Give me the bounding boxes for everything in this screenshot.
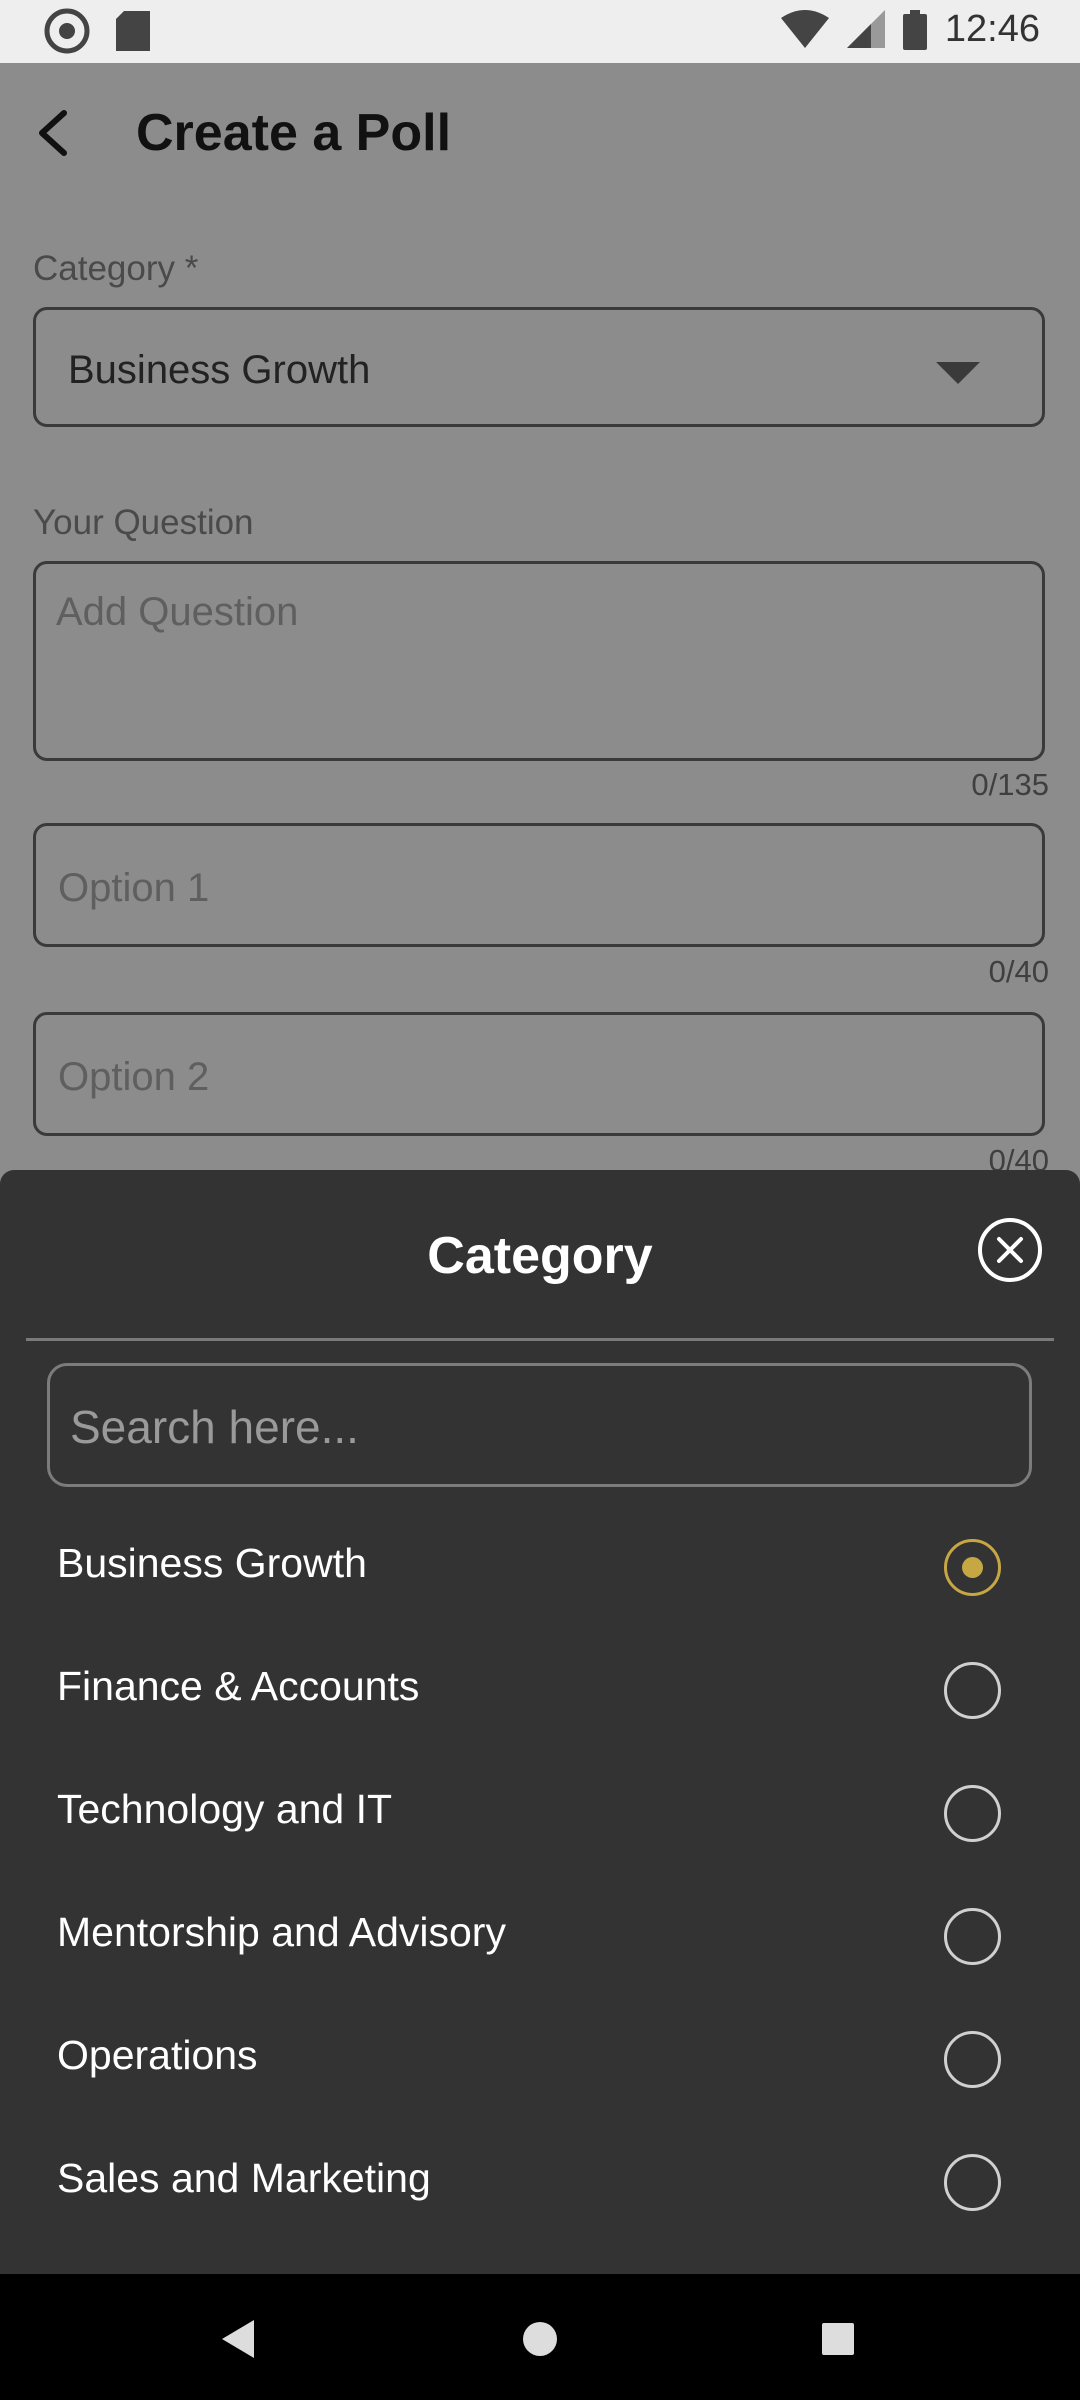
clock: 12:46 — [944, 8, 1040, 50]
question-input[interactable]: Add Question — [33, 561, 1045, 761]
nav-home-icon[interactable] — [515, 2314, 565, 2364]
radio-unselected-icon[interactable] — [944, 1785, 1001, 1842]
category-item-operations[interactable]: Operations — [0, 2002, 1080, 2125]
option-1-input[interactable]: Option 1 — [33, 823, 1045, 947]
category-list: Business Growth Finance & Accounts Techn… — [0, 1510, 1080, 2248]
category-item-label: Finance & Accounts — [57, 1663, 420, 1709]
close-button[interactable] — [978, 1218, 1042, 1282]
option-2-input[interactable]: Option 2 — [33, 1012, 1045, 1136]
category-value: Business Growth — [68, 348, 371, 392]
category-item-label: Technology and IT — [57, 1786, 393, 1832]
question-counter: 0/135 — [971, 767, 1049, 802]
category-item-technology-it[interactable]: Technology and IT — [0, 1756, 1080, 1879]
sheet-title: Category — [427, 1227, 653, 1285]
nav-back-icon[interactable] — [214, 2314, 264, 2364]
app-bar: Create a Poll — [0, 63, 1080, 203]
radio-unselected-icon[interactable] — [944, 2154, 1001, 2211]
nav-recents-icon[interactable] — [813, 2314, 863, 2364]
radio-unselected-icon[interactable] — [944, 1908, 1001, 1965]
category-item-label: Business Growth — [57, 1540, 367, 1586]
category-item-label: Operations — [57, 2032, 258, 2078]
back-button[interactable] — [26, 103, 86, 163]
back-arrow-icon — [39, 110, 67, 156]
category-item-mentorship-advisory[interactable]: Mentorship and Advisory — [0, 1879, 1080, 2002]
create-poll-page: Create a Poll Category * Business Growth… — [0, 63, 1080, 1178]
chevron-down-icon — [936, 362, 980, 384]
sync-icon — [44, 8, 90, 54]
category-item-label: Sales and Marketing — [57, 2155, 431, 2201]
category-item-business-growth[interactable]: Business Growth — [0, 1510, 1080, 1633]
search-field[interactable] — [47, 1363, 1032, 1487]
sd-card-icon — [116, 11, 150, 51]
category-bottom-sheet: Category Business Growth Finance & Accou… — [0, 1170, 1080, 2274]
option-1-placeholder: Option 1 — [58, 866, 210, 910]
status-bar: 12:46 — [0, 0, 1080, 63]
page-title: Create a Poll — [136, 104, 452, 162]
option-2-placeholder: Option 2 — [58, 1055, 210, 1099]
system-nav-bar — [0, 2274, 1080, 2400]
question-label: Your Question — [33, 503, 254, 542]
radio-unselected-icon[interactable] — [944, 1662, 1001, 1719]
category-label: Category * — [33, 249, 199, 288]
category-item-label: Mentorship and Advisory — [57, 1909, 506, 1955]
option-1-counter: 0/40 — [988, 954, 1049, 989]
wifi-icon — [780, 9, 829, 48]
category-select[interactable]: Business Growth — [33, 307, 1045, 427]
category-item-finance-accounts[interactable]: Finance & Accounts — [0, 1633, 1080, 1756]
search-input[interactable] — [68, 1384, 1012, 1470]
question-placeholder: Add Question — [56, 590, 299, 634]
divider — [26, 1338, 1054, 1341]
radio-selected-icon[interactable] — [944, 1539, 1001, 1596]
signal-icon — [846, 9, 885, 48]
close-icon — [997, 1237, 1023, 1263]
battery-icon — [902, 9, 927, 50]
category-item-sales-marketing[interactable]: Sales and Marketing — [0, 2125, 1080, 2248]
radio-unselected-icon[interactable] — [944, 2031, 1001, 2088]
